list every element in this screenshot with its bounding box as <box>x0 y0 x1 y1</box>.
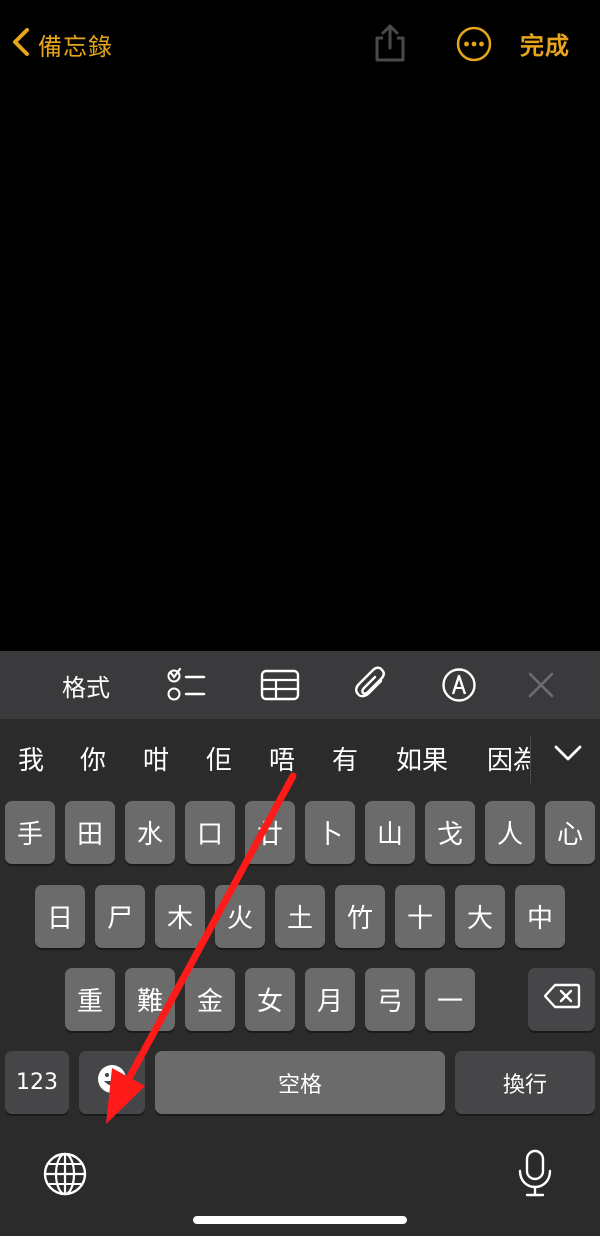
markup-pen-icon[interactable] <box>432 651 486 719</box>
key[interactable]: 手 <box>5 801 55 864</box>
return-key[interactable]: 換行 <box>455 1051 595 1114</box>
key[interactable]: 木 <box>155 885 205 948</box>
key[interactable]: 火 <box>215 885 265 948</box>
globe-icon[interactable] <box>42 1151 90 1199</box>
numbers-key[interactable]: 123 <box>5 1051 69 1114</box>
key[interactable]: 心 <box>545 801 595 864</box>
key[interactable]: 難 <box>125 968 175 1031</box>
formatting-toolbar: 格式 <box>0 651 600 719</box>
done-button[interactable]: 完成 <box>520 26 570 61</box>
key[interactable]: 弓 <box>365 968 415 1031</box>
microphone-icon[interactable] <box>515 1148 555 1198</box>
home-indicator <box>193 1216 407 1224</box>
more-options-icon[interactable] <box>455 25 493 63</box>
key[interactable]: 十 <box>395 885 445 948</box>
candidate-item[interactable]: 如果 <box>396 740 448 777</box>
candidate-item[interactable]: 有 <box>332 740 358 777</box>
key[interactable]: 人 <box>485 801 535 864</box>
back-label: 備忘錄 <box>38 32 113 61</box>
key[interactable]: 中 <box>515 885 565 948</box>
candidate-item[interactable]: 咁 <box>143 740 169 777</box>
key[interactable]: 竹 <box>335 885 385 948</box>
candidate-item[interactable]: 唔 <box>269 740 295 777</box>
key[interactable]: 重 <box>65 968 115 1031</box>
share-icon[interactable] <box>370 22 410 64</box>
candidate-item[interactable]: 佢 <box>206 740 232 777</box>
key[interactable]: 大 <box>455 885 505 948</box>
key[interactable]: 金 <box>185 968 235 1031</box>
emoji-key[interactable] <box>79 1051 145 1114</box>
chevron-down-icon[interactable] <box>548 735 588 775</box>
candidate-item-clipped[interactable]: 因為 <box>484 730 530 790</box>
back-button[interactable]: 備忘錄 <box>10 24 113 64</box>
delete-key[interactable] <box>528 968 595 1031</box>
table-icon[interactable] <box>253 651 307 719</box>
chevron-left-icon <box>10 27 32 61</box>
emoji-icon <box>96 1063 128 1102</box>
key[interactable]: 卜 <box>305 801 355 864</box>
backspace-icon <box>543 982 581 1017</box>
format-button[interactable]: 格式 <box>50 651 122 719</box>
key[interactable]: 土 <box>275 885 325 948</box>
candidate-divider <box>530 735 531 783</box>
space-key[interactable]: 空格 <box>155 1051 445 1114</box>
candidate-item[interactable]: 我 <box>18 740 44 777</box>
candidate-item[interactable]: 你 <box>80 740 106 777</box>
paperclip-icon[interactable] <box>345 651 399 719</box>
key[interactable]: 尸 <box>95 885 145 948</box>
key[interactable]: 月 <box>305 968 355 1031</box>
close-icon[interactable] <box>516 651 566 719</box>
key[interactable]: 女 <box>245 968 295 1031</box>
key[interactable]: 山 <box>365 801 415 864</box>
key[interactable]: 口 <box>185 801 235 864</box>
key[interactable]: 廿 <box>245 801 295 864</box>
key[interactable]: 一 <box>425 968 475 1031</box>
checklist-icon[interactable] <box>160 651 214 719</box>
key[interactable]: 水 <box>125 801 175 864</box>
key[interactable]: 田 <box>65 801 115 864</box>
key[interactable]: 戈 <box>425 801 475 864</box>
key[interactable]: 日 <box>35 885 85 948</box>
note-editor[interactable] <box>0 80 600 650</box>
